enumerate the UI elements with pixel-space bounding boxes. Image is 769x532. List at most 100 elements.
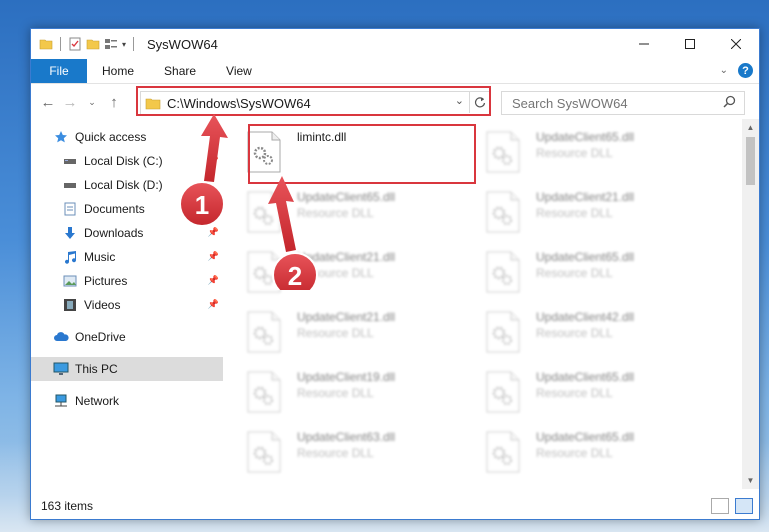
file-item[interactable]: UpdateClient42.dll Resource DLL bbox=[468, 307, 698, 359]
file-name: UpdateClient65.dll bbox=[536, 130, 635, 144]
forward-arrow-icon[interactable]: → bbox=[59, 94, 81, 111]
search-box[interactable] bbox=[501, 91, 745, 115]
search-input[interactable] bbox=[510, 94, 714, 112]
ribbon-right-controls: ⌄ ? bbox=[720, 63, 753, 78]
tab-file[interactable]: File bbox=[31, 59, 87, 83]
quick-access-toolbar: ▾ bbox=[31, 37, 137, 51]
sidebar-item-label: Documents bbox=[84, 202, 145, 216]
file-name: UpdateClient42.dll bbox=[536, 310, 635, 324]
dll-file-icon bbox=[247, 371, 287, 415]
arrow-1 bbox=[201, 114, 228, 182]
ribbon-tabs: File Home Share View ⌄ ? bbox=[31, 59, 759, 84]
status-bar: 163 items bbox=[31, 493, 759, 519]
drive-icon bbox=[62, 177, 78, 193]
scroll-down-icon[interactable]: ▼ bbox=[742, 476, 759, 485]
documents-icon bbox=[62, 201, 78, 217]
back-arrow-icon[interactable]: ← bbox=[37, 94, 59, 111]
title-bar: ▾ SysWOW64 bbox=[31, 29, 759, 59]
dll-file-icon bbox=[486, 251, 526, 295]
dll-file-icon bbox=[486, 191, 526, 235]
sidebar-item-label: Videos bbox=[84, 298, 121, 312]
file-name: UpdateClient21.dll bbox=[536, 190, 635, 204]
dll-file-icon bbox=[486, 431, 526, 475]
file-item[interactable]: UpdateClient65.dll Resource DLL bbox=[468, 247, 698, 299]
sidebar-item-label: Local Disk (D:) bbox=[84, 178, 163, 192]
sidebar-item-onedrive[interactable]: OneDrive bbox=[31, 325, 223, 349]
file-item[interactable]: UpdateClient19.dll Resource DLL bbox=[229, 367, 459, 419]
tab-share[interactable]: Share bbox=[149, 59, 211, 83]
properties-icon[interactable] bbox=[68, 37, 82, 51]
window-title: SysWOW64 bbox=[147, 36, 218, 52]
chevron-down-icon[interactable]: ▾ bbox=[122, 40, 126, 49]
minimize-button[interactable] bbox=[621, 29, 667, 59]
file-type: Resource DLL bbox=[297, 386, 374, 400]
file-type: Resource DLL bbox=[536, 326, 613, 340]
maximize-button[interactable] bbox=[667, 29, 713, 59]
sidebar-item-label: Music bbox=[84, 250, 116, 264]
tab-home[interactable]: Home bbox=[87, 59, 149, 83]
file-item[interactable]: UpdateClient65.dll Resource DLL bbox=[468, 367, 698, 419]
sidebar-item-network[interactable]: Network bbox=[31, 389, 223, 413]
file-item[interactable]: UpdateClient21.dll Resource DLL bbox=[468, 187, 698, 239]
vertical-scrollbar[interactable]: ▲ ▼ bbox=[742, 119, 759, 489]
scroll-thumb[interactable] bbox=[746, 137, 755, 185]
callout-number-2: 2 bbox=[287, 261, 303, 291]
file-type: Resource DLL bbox=[297, 326, 374, 340]
sidebar-item-videos[interactable]: Videos 📌 bbox=[31, 293, 223, 317]
file-type: Resource DLL bbox=[536, 446, 613, 460]
recent-locations-icon[interactable]: ⌄ bbox=[81, 97, 103, 108]
tab-view[interactable]: View bbox=[211, 59, 267, 83]
divider bbox=[60, 37, 61, 51]
drive-icon bbox=[62, 153, 78, 169]
star-icon bbox=[53, 129, 69, 145]
download-arrow-icon bbox=[62, 225, 78, 241]
folder-icon bbox=[39, 37, 53, 51]
large-icons-view-icon[interactable] bbox=[735, 498, 753, 514]
new-folder-icon[interactable] bbox=[86, 37, 100, 51]
sidebar-item-label: OneDrive bbox=[75, 330, 126, 344]
details-view-icon[interactable] bbox=[711, 498, 729, 514]
file-type: Resource DLL bbox=[536, 386, 613, 400]
file-name: UpdateClient65.dll bbox=[536, 370, 635, 384]
file-name: UpdateClient19.dll bbox=[297, 370, 396, 384]
sidebar-item-label: This PC bbox=[75, 362, 118, 376]
file-item[interactable]: UpdateClient21.dll Resource DLL bbox=[229, 307, 459, 359]
file-name: UpdateClient65.dll bbox=[536, 250, 635, 264]
divider bbox=[133, 37, 135, 51]
dll-file-icon bbox=[247, 431, 287, 475]
item-count: 163 items bbox=[41, 499, 94, 513]
file-type: Resource DLL bbox=[536, 146, 613, 160]
file-item[interactable]: UpdateClient63.dll Resource DLL bbox=[229, 427, 459, 479]
file-name: UpdateClient63.dll bbox=[297, 430, 396, 444]
file-type: Resource DLL bbox=[536, 266, 613, 280]
pin-icon[interactable]: 📌 bbox=[208, 299, 219, 310]
file-item[interactable]: UpdateClient65.dll Resource DLL bbox=[468, 427, 698, 479]
sidebar-item-label: Downloads bbox=[84, 226, 144, 240]
view-options-icon[interactable] bbox=[104, 37, 118, 51]
sidebar-item-this-pc[interactable]: This PC bbox=[31, 357, 223, 381]
expand-ribbon-icon[interactable]: ⌄ bbox=[720, 65, 728, 76]
sidebar-item-label: Pictures bbox=[84, 274, 128, 288]
file-name: UpdateClient65.dll bbox=[536, 430, 635, 444]
network-icon bbox=[53, 393, 69, 409]
scroll-up-icon[interactable]: ▲ bbox=[742, 123, 759, 132]
film-icon bbox=[62, 297, 78, 313]
file-type: Resource DLL bbox=[297, 446, 374, 460]
file-item[interactable]: UpdateClient65.dll Resource DLL bbox=[468, 127, 698, 179]
sidebar-item-label: Quick access bbox=[75, 130, 147, 144]
pictures-icon bbox=[62, 273, 78, 289]
file-name: UpdateClient21.dll bbox=[297, 310, 396, 324]
up-arrow-icon[interactable]: ↑ bbox=[103, 94, 125, 111]
view-toggle bbox=[711, 498, 753, 514]
search-icon[interactable] bbox=[723, 95, 736, 111]
help-icon[interactable]: ? bbox=[738, 63, 753, 78]
file-type: Resource DLL bbox=[536, 206, 613, 220]
callout-number-1: 1 bbox=[194, 190, 210, 220]
sidebar-item-label: Network bbox=[75, 394, 120, 408]
dll-file-icon bbox=[486, 311, 526, 355]
close-button[interactable] bbox=[713, 29, 759, 59]
sidebar-item-label: Local Disk (C:) bbox=[84, 154, 163, 168]
music-note-icon bbox=[62, 249, 78, 265]
window-controls bbox=[621, 29, 759, 59]
dll-file-icon bbox=[247, 311, 287, 355]
